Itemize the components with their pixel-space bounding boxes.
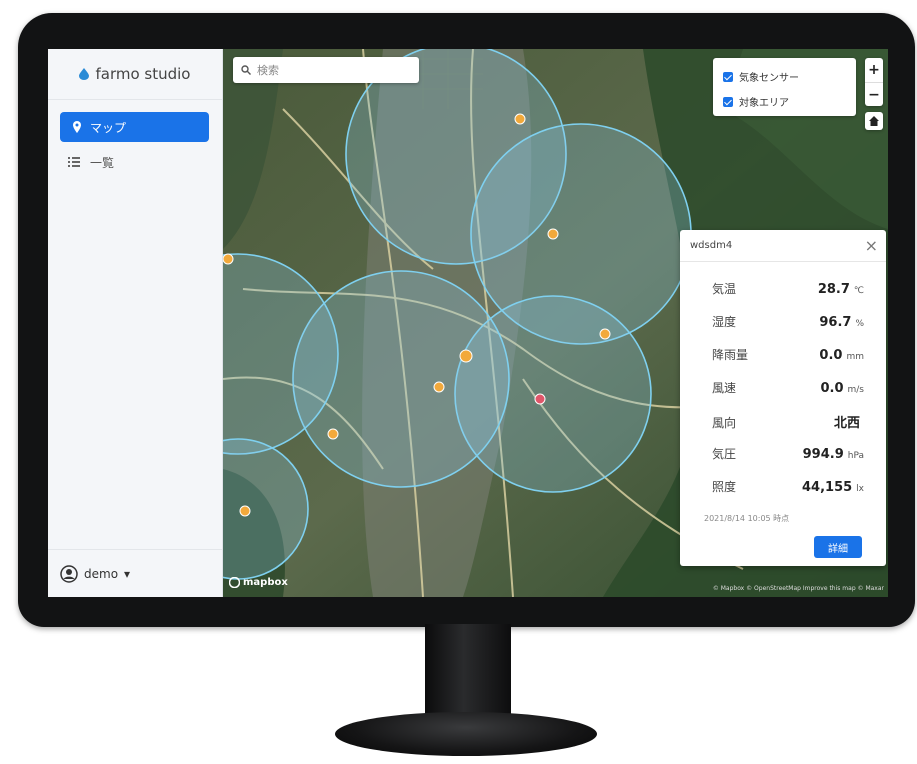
reading-timestamp: 2021/8/14 10:05 時点 [704,514,790,523]
user-name: demo [84,567,119,581]
reading-row-illuminance: 照度 44,155 lx [712,478,864,495]
checkbox-icon[interactable] [723,96,733,107]
home-icon [869,116,879,126]
home-button[interactable] [865,112,883,130]
divider [680,261,886,262]
brand[interactable]: farmo studio [48,49,222,100]
zoom-in-button[interactable]: + [865,58,883,83]
checkbox-icon[interactable] [723,71,733,82]
app-screen: farmo studio マップ 一覧 demo ▾ 検索 気象センサー 対象エ… [48,49,888,597]
sidebar: farmo studio マップ 一覧 demo ▾ [48,49,223,597]
reading-value: 0.0 m/s [820,381,864,396]
reading-value: 44,155 lx [802,480,864,495]
close-icon[interactable]: × [865,236,878,255]
list-icon [68,157,80,167]
mapbox-logo[interactable]: mapbox [229,577,288,588]
reading-label: 降雨量 [712,348,749,362]
reading-value: 0.0 mm [819,348,864,363]
reading-value: 994.9 hPa [802,447,864,462]
search-bar[interactable]: 検索 [233,57,419,83]
reading-value: 96.7% [819,315,864,330]
reading-label: 気温 [712,282,737,296]
layer-toggle-area[interactable]: 対象エリア [723,94,789,109]
sensor-popup: wdsdm4 × 気温 28.7 ℃ 湿度 96.7% 降雨量 0.0 mm 風速 … [680,230,886,566]
reading-row-wind-speed: 風速 0.0 m/s [712,379,864,396]
reading-label: 照度 [712,480,737,494]
reading-row-rainfall: 降雨量 0.0 mm [712,346,864,363]
layer-label: 対象エリア [739,98,789,109]
sidebar-item-label: マップ [90,120,127,135]
reading-value: 28.7 ℃ [817,282,864,297]
reading-label: 風速 [712,381,737,395]
user-menu[interactable]: demo ▾ [60,565,130,583]
sidebar-item-label: 一覧 [90,155,115,170]
layer-toggle-sensors[interactable]: 気象センサー [723,69,799,84]
sidebar-item-map[interactable]: マップ [60,112,209,142]
map-pin-icon [73,121,81,133]
mapbox-logo-text: mapbox [243,577,288,588]
reading-row-wind-direction: 風向 北西 [712,412,864,431]
search-icon [241,65,251,75]
mapbox-logo-icon [229,577,240,588]
zoom-out-button[interactable]: − [865,83,883,107]
brand-name: farmo studio [95,65,191,83]
detail-button[interactable]: 詳細 [814,536,862,558]
reading-label: 気圧 [712,447,737,461]
layer-label: 気象センサー [739,73,799,84]
reading-row-temperature: 気温 28.7 ℃ [712,280,864,297]
map-view[interactable]: 検索 気象センサー 対象エリア + − wdsdm4 × 気温 28.7 ℃ 湿… [223,49,888,597]
zoom-control: + − [865,58,883,106]
reading-label: 湿度 [712,315,737,329]
reading-label: 風向 [712,416,737,430]
sidebar-item-list[interactable]: 一覧 [68,151,114,173]
reading-row-pressure: 気圧 994.9 hPa [712,445,864,462]
map-attribution[interactable]: © Mapbox © OpenStreetMap Improve this ma… [713,585,884,592]
avatar-icon [60,565,78,583]
popup-title: wdsdm4 [690,240,733,251]
reading-row-humidity: 湿度 96.7% [712,313,864,330]
reading-value: 北西 [833,416,860,431]
divider [48,549,222,550]
farmo-logo-icon [79,68,90,80]
search-input[interactable]: 検索 [257,62,279,78]
chevron-down-icon: ▾ [124,567,131,581]
layer-control: 気象センサー 対象エリア [713,58,856,116]
monitor-base [335,712,597,756]
